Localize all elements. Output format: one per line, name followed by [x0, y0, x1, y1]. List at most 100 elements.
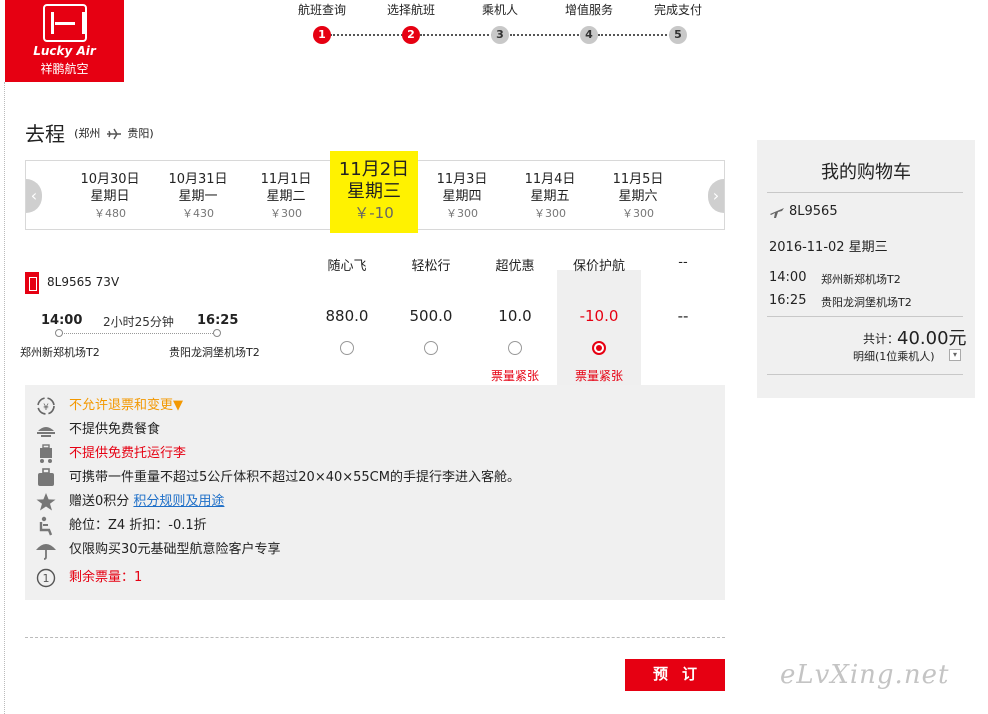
date-option[interactable]: 11月3日 星期四 ￥300 [418, 171, 506, 222]
date-label: 11月3日 [436, 172, 488, 187]
fare-price-selected: -10.0 [579, 307, 619, 325]
date-label: 10月31日 [168, 172, 228, 187]
suitcase-icon [38, 468, 54, 486]
next-dates-button[interactable]: › [708, 179, 724, 213]
points-text: 赠送0积分 积分规则及用途 [69, 491, 224, 513]
step-number: 5 [669, 26, 687, 44]
weekday-label: 星期一 [178, 189, 218, 204]
cart-arrival-airport: 贵阳龙洞堡机场T2 [821, 296, 912, 309]
weekday-label: 星期日 [90, 189, 130, 204]
fare-price: 500.0 [409, 307, 453, 325]
count-one-icon: 1 [36, 568, 56, 588]
booking-progress-steps: 航班查询 1 选择航班 2 乘机人 3 增值服务 4 完成支付 5 [280, 0, 720, 48]
logo-english: Lucky Air [33, 44, 96, 58]
date-label: 11月4日 [524, 172, 576, 187]
weekday-label: 星期六 [618, 189, 658, 204]
seat-icon [39, 516, 53, 536]
date-label: 10月30日 [80, 172, 140, 187]
fare-radio[interactable] [424, 341, 438, 355]
lucky-air-logo[interactable]: Lucky Air 祥鹏航空 [5, 0, 124, 82]
step-number: 4 [580, 26, 598, 44]
flight-number: 8L9565 73V [47, 275, 120, 289]
left-dotted-rule [4, 82, 5, 714]
book-button[interactable]: 预订 [625, 659, 725, 691]
cart-departure-airport: 郑州新郑机场T2 [821, 273, 901, 286]
logo-chinese: 祥鹏航空 [40, 62, 89, 76]
date-label: 11月1日 [260, 172, 312, 187]
date-label: 11月2日 [338, 159, 410, 180]
date-price: ￥480 [94, 207, 126, 220]
cart-flight-number: 8L9565 [789, 204, 838, 219]
date-option[interactable]: 10月30日 星期日 ￥480 [66, 171, 154, 222]
meal-icon [37, 427, 55, 437]
departure-airport: 郑州新郑机场T2 [20, 346, 100, 359]
logo-mark-icon [43, 4, 87, 42]
fare-price: -- [677, 307, 689, 325]
fare-radio[interactable] [508, 341, 522, 355]
step-label: 航班查询 [297, 3, 346, 17]
date-selector: ‹ 10月30日 星期日 ￥480 10月31日 星期一 ￥430 11月1日 … [25, 151, 725, 233]
meal-text: 不提供免费餐食 [69, 422, 161, 437]
cart-detail-toggle[interactable]: 明细(1位乘机人) [853, 348, 935, 364]
prev-dates-button[interactable]: ‹ [26, 179, 42, 213]
date-option[interactable]: 11月5日 星期六 ￥300 [594, 171, 682, 222]
route-cities: (郑州 贵阳) [74, 125, 154, 141]
remaining-text: 剩余票量：1 [69, 570, 143, 585]
page-title: 去程 [25, 122, 65, 146]
fare-column-header: 保价护航 [572, 259, 625, 274]
fare-radio-selected[interactable] [592, 341, 606, 355]
arrival-airport: 贵阳龙洞堡机场T2 [169, 346, 260, 359]
departure-dot [55, 329, 63, 337]
fare-details-panel: ¥ 不允许退票和变更▼ 不提供免费餐食 不提供免费托运行李 可携带一件重量不超过… [25, 385, 725, 600]
chevron-down-icon[interactable]: ▾ [949, 349, 961, 361]
route-from: (郑州 [74, 126, 101, 140]
date-option[interactable]: 10月31日 星期一 ￥430 [154, 171, 242, 222]
date-option[interactable]: 11月1日 星期二 ￥300 [242, 171, 330, 222]
fare-column-header: 随心飞 [327, 259, 367, 274]
luggage-cart-icon [40, 444, 52, 463]
cart-divider [767, 316, 963, 317]
cart-title: 我的购物车 [821, 162, 911, 183]
step-label: 完成支付 [653, 3, 702, 17]
plane-icon [770, 208, 784, 218]
fare-table: 随心飞 轻松行 超优惠 保价护航 -- 8L9565 73V 14:00 2小时… [20, 245, 725, 385]
fare-column-header: 轻松行 [411, 259, 451, 274]
fare-price: 880.0 [325, 307, 369, 325]
date-option[interactable]: 11月4日 星期五 ￥300 [506, 171, 594, 222]
cart-divider [767, 374, 963, 375]
step-value-added: 增值服务 4 [549, 0, 629, 44]
watermark: eLvXing.net [780, 660, 950, 690]
flight-duration: 2小时25分钟 [103, 315, 174, 329]
fare-column-header: -- [678, 255, 688, 270]
date-price: ￥300 [446, 207, 478, 220]
svg-text:1: 1 [43, 572, 50, 585]
date-price: ￥430 [182, 207, 214, 220]
cart-total: 40.00元 [897, 328, 967, 349]
cabin-text: 舱位：Z4 折扣：-0.1折 [69, 518, 207, 533]
baggage-text: 不提供免费托运行李 [69, 446, 187, 461]
shopping-cart: 我的购物车 8L9565 2016-11-02 星期三 14:00 郑州新郑机场… [757, 140, 975, 398]
cart-arrival-time: 16:25 [769, 293, 807, 308]
points-rules-link[interactable]: 积分规则及用途 [133, 494, 224, 509]
step-select-flight: 选择航班 2 [371, 0, 451, 44]
step-flight-search: 航班查询 1 [282, 0, 362, 44]
date-option-selected[interactable]: 11月2日 星期三 ￥-10 [330, 151, 418, 233]
step-number: 2 [402, 26, 420, 44]
weekday-label: 星期二 [266, 189, 306, 204]
weekday-label: 星期三 [347, 181, 401, 202]
cart-departure-time: 14:00 [769, 270, 807, 285]
step-label: 乘机人 [481, 3, 518, 17]
step-number: 1 [313, 26, 331, 44]
airline-logo-icon [25, 272, 39, 294]
points-value: 赠送0积分 [69, 494, 130, 509]
star-icon [36, 493, 56, 511]
section-divider [25, 637, 725, 638]
low-stock-label: 票量紧张 [574, 369, 623, 383]
fare-price: 10.0 [498, 307, 532, 325]
plane-icon [106, 128, 121, 139]
step-payment: 完成支付 5 [638, 0, 718, 44]
flight-track-line [59, 333, 217, 334]
fare-radio[interactable] [340, 341, 354, 355]
umbrella-icon [36, 544, 56, 560]
svg-text:¥: ¥ [43, 403, 49, 413]
